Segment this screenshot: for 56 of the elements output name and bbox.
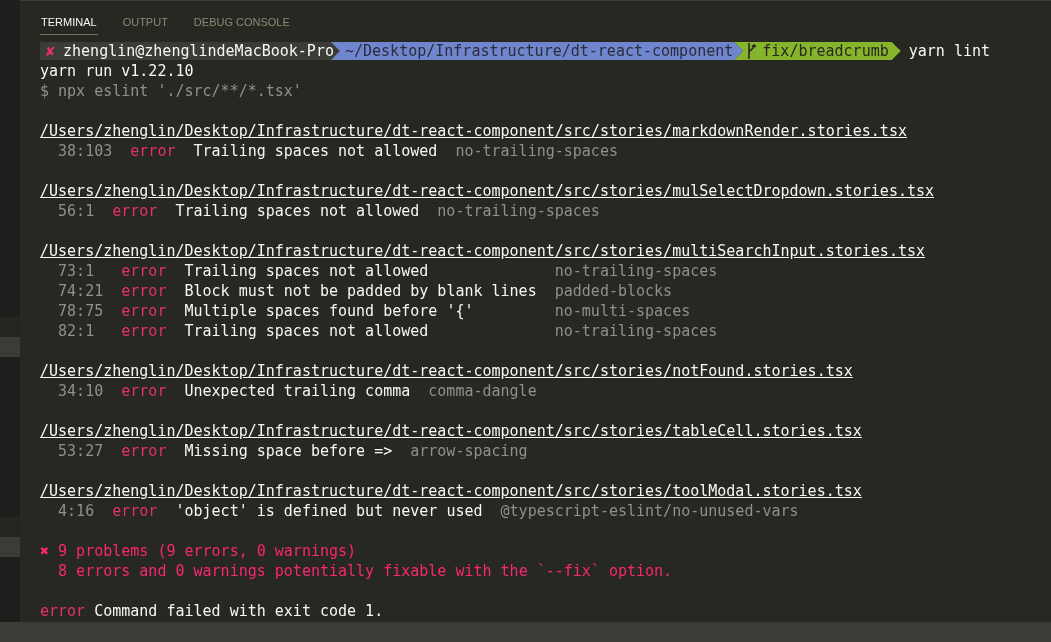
severity-label: error (121, 381, 167, 401)
error-message: 'object' is defined but never used (175, 501, 483, 521)
error-message: Trailing spaces not allowed (184, 261, 430, 281)
status-mark: ✘ (46, 41, 56, 61)
rule-name: @typescript-eslint/no-unused-vars (500, 501, 799, 521)
rule-name: no-multi-spaces (554, 301, 691, 321)
line-column: 78:75 (58, 301, 104, 321)
output-line: Command failed with exit code 1. (94, 601, 384, 621)
problem-mark: ✖ (40, 541, 50, 561)
branch-name: fix/breadcrumb (762, 41, 889, 61)
error-message: Trailing spaces not allowed (184, 321, 430, 341)
fix-hint: 8 errors and 0 warnings potentially fixable with the `--fix` option. (58, 561, 673, 581)
file-path: /Users/zhenglin/Desktop/Infrastructure/dt-react-component/src/stories/mulSelectDropdown.stories.tsx (40, 181, 935, 201)
rule-name: arrow-spacing (410, 441, 528, 461)
file-path: /Users/zhenglin/Desktop/Infrastructure/dt-react-component/src/stories/toolModal.stories.tsx (40, 481, 862, 501)
output-line: yarn run v1.22.10 (40, 61, 194, 81)
file-path: /Users/zhenglin/Desktop/Infrastructure/dt-react-component/src/stories/notFound.stories.tsx (40, 361, 853, 381)
panel-tab[interactable]: TERMINAL (40, 1, 98, 35)
rule-name: no-trailing-spaces (437, 201, 600, 221)
line-column: 34:10 (58, 381, 104, 401)
severity-label: error (40, 601, 86, 621)
rule-name: no-trailing-spaces (554, 321, 718, 341)
line-column: 53:27 (58, 441, 104, 461)
file-path: /Users/zhenglin/Desktop/Infrastructure/dt-react-component/src/stories/tableCell.stories.tsx (40, 421, 862, 441)
line-column: 4:16 (58, 501, 95, 521)
rule-name: no-trailing-spaces (554, 261, 718, 281)
line-column: 56:1 (58, 201, 95, 221)
summary-text: 9 problems (9 errors, 0 warnings) (58, 541, 357, 561)
panel-tab[interactable]: DEBUG CONSOLE (192, 1, 291, 35)
error-message: Multiple spaces found before '{' (184, 301, 475, 321)
severity-label: error (121, 281, 167, 301)
severity-label: error (121, 261, 167, 281)
command-text: yarn lint (908, 41, 990, 61)
severity-label: error (121, 301, 167, 321)
file-path: /Users/zhenglin/Desktop/Infrastructure/dt-react-component/src/stories/markdownRender.stories.tsx (40, 121, 907, 141)
output-line: $ npx eslint './src/**/*.tsx' (40, 81, 302, 101)
rule-name: comma-dangle (428, 381, 537, 401)
error-message: Trailing spaces not allowed (175, 201, 420, 221)
file-path: /Users/zhenglin/Desktop/Infrastructure/dt-react-component/src/stories/multiSearchInput.stories.tsx (40, 241, 925, 261)
severity-label: error (112, 201, 158, 221)
panel-tab[interactable]: OUTPUT (121, 1, 169, 35)
branch-icon (748, 43, 757, 59)
line-column: 82:1 (58, 321, 104, 341)
severity-label: error (121, 321, 167, 341)
error-message: Missing space before => (184, 441, 393, 461)
line-column: 73:1 (58, 261, 104, 281)
rule-name: padded-blocks (554, 281, 673, 301)
severity-label: error (121, 441, 167, 461)
severity-label: error (112, 501, 158, 521)
line-column: 38:103 (58, 141, 113, 161)
error-message: Block must not be padded by blank lines (184, 281, 537, 301)
rule-name: no-trailing-spaces (455, 141, 618, 161)
line-column: 74:21 (58, 281, 104, 301)
error-message: Unexpected trailing comma (184, 381, 411, 401)
severity-label: error (130, 141, 176, 161)
error-message: Trailing spaces not allowed (193, 141, 438, 161)
